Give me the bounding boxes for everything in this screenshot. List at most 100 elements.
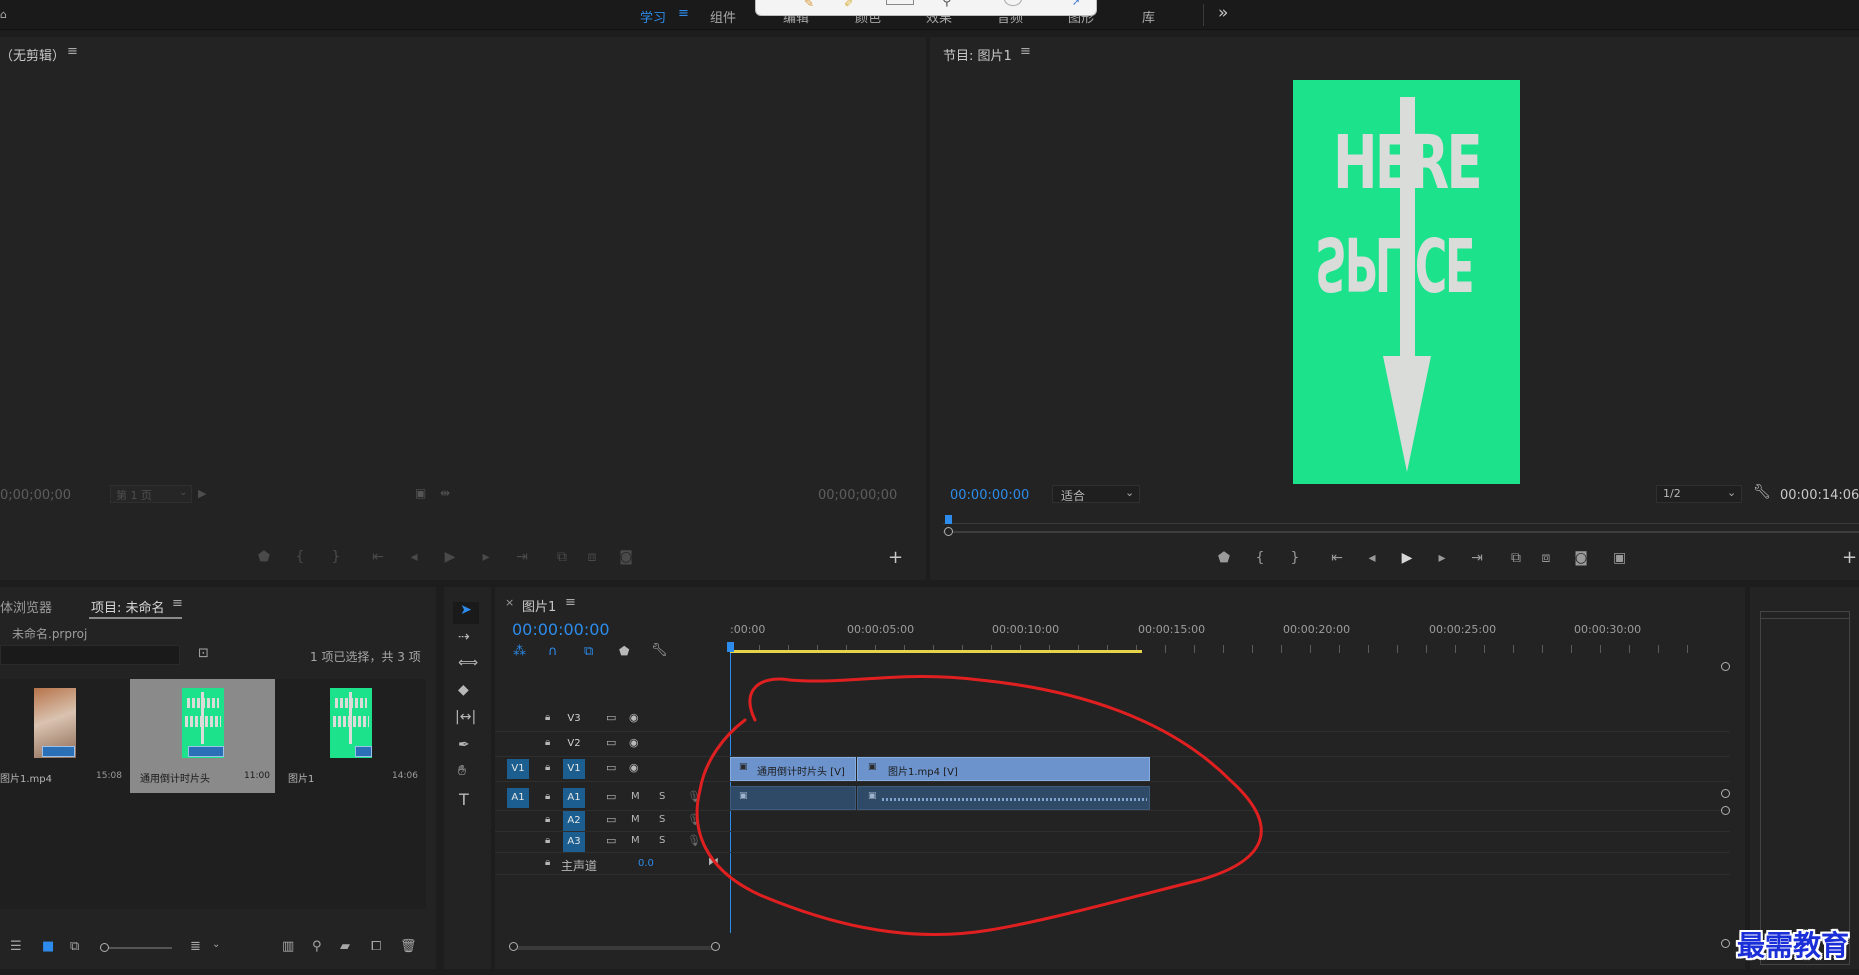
track-label[interactable]: V2 (563, 734, 585, 754)
extract-icon[interactable]: ⧈ (1537, 551, 1555, 565)
sync-lock-icon[interactable]: ▭ (606, 761, 616, 774)
workspace-more-button[interactable]: » (1218, 3, 1228, 23)
lock-icon[interactable]: 🔒︎ (545, 737, 550, 748)
playhead[interactable] (945, 515, 952, 524)
program-scrubber[interactable] (943, 515, 1859, 537)
go-to-in-icon[interactable]: ⇤ (369, 550, 387, 564)
go-to-in-icon[interactable]: ⇤ (1328, 551, 1346, 565)
project-item[interactable]: 通用倒计时片头 11:00 (130, 679, 275, 793)
nest-toggle-icon[interactable]: ⁂ (513, 644, 526, 659)
new-item-icon[interactable]: ⧠ (371, 939, 381, 954)
solo-button[interactable]: S (659, 814, 665, 825)
trash-icon[interactable]: 🗑︎ (400, 939, 417, 954)
new-bin-from-search-icon[interactable]: ⊡ (198, 646, 209, 661)
wrench-icon[interactable]: 🔧︎ (651, 643, 668, 658)
go-to-out-icon[interactable]: ⇥ (1468, 551, 1486, 565)
pin-icon[interactable]: ➚ (1072, 0, 1080, 8)
v-scroll-handle[interactable] (1721, 789, 1730, 798)
timeline-menu-icon[interactable]: ≡ (565, 595, 576, 610)
sort-icon[interactable]: ≣ (190, 939, 201, 954)
step-back-icon[interactable]: ◂ (405, 550, 423, 564)
automate-icon[interactable]: ▥ (282, 939, 294, 954)
track-label[interactable]: A2 (563, 811, 585, 831)
camera-icon[interactable]: ◙ (617, 550, 635, 564)
settings-icon[interactable]: ⇹ (440, 486, 450, 500)
eye-icon[interactable]: ◉ (629, 736, 639, 749)
track-select-tool[interactable]: ⇢ (458, 629, 470, 645)
play-small-icon[interactable]: ▶ (198, 487, 206, 500)
sync-lock-icon[interactable]: ▭ (606, 736, 616, 749)
step-forward-icon[interactable]: ▸ (477, 550, 495, 564)
sync-lock-icon[interactable]: ▭ (606, 790, 616, 803)
mute-button[interactable]: M (631, 835, 640, 846)
source-patch-v1[interactable]: V1 (507, 759, 529, 779)
overwrite-icon[interactable]: ⧈ (583, 550, 601, 564)
add-button[interactable]: + (888, 547, 903, 568)
track-label[interactable]: A3 (563, 832, 585, 852)
master-volume[interactable]: 0.0 (638, 858, 654, 869)
source-timecode-left[interactable]: 0;00;00;00 (0, 488, 71, 503)
scrubber-track[interactable] (943, 531, 1859, 533)
button-editor-icon[interactable]: ▣ (1613, 550, 1626, 566)
track-label[interactable]: V3 (563, 709, 585, 729)
solo-button[interactable]: S (659, 791, 665, 802)
marker-icon[interactable]: ✐ (844, 0, 854, 10)
eye-icon[interactable]: ◉ (629, 761, 639, 774)
program-menu-icon[interactable]: ≡ (1020, 44, 1031, 59)
camera-icon[interactable]: ◙ (1572, 551, 1590, 565)
play-icon[interactable]: ▶ (441, 550, 459, 564)
step-back-icon[interactable]: ◂ (1363, 551, 1381, 565)
source-patch-a1[interactable]: A1 (507, 788, 529, 808)
lift-icon[interactable]: ⧉ (1507, 551, 1525, 565)
resolution-select[interactable]: 1/2 ⌄ (1656, 485, 1742, 503)
zoom-slider[interactable] (100, 947, 172, 949)
page-select[interactable]: 第 1 页 ⌄ (110, 485, 192, 503)
sync-lock-icon[interactable]: ▭ (606, 834, 616, 847)
freeform-view-icon[interactable]: ⧉ (70, 939, 79, 954)
tab-project[interactable]: 项目: 未命名 (91, 597, 165, 616)
rectangle-icon[interactable] (886, 0, 914, 5)
v-scroll-handle[interactable] (1721, 662, 1730, 671)
h-scroll-handle[interactable] (509, 942, 518, 951)
project-menu-icon[interactable]: ≡ (172, 596, 183, 611)
clip-image-video[interactable]: ▣ 图片1.mp4 [V] (857, 757, 1150, 781)
add-button[interactable]: + (1842, 547, 1857, 568)
type-tool[interactable]: T (459, 790, 469, 809)
pen-tool[interactable]: ✒ (458, 737, 470, 753)
work-area-bar[interactable] (730, 650, 1142, 653)
mic-icon[interactable]: 🎙︎ (687, 834, 701, 847)
playhead-head[interactable] (727, 642, 734, 652)
lock-icon[interactable]: 🔒︎ (545, 712, 550, 723)
mark-in-icon[interactable]: { (291, 550, 309, 564)
tab-media-browser[interactable]: 体浏览器 (0, 597, 52, 616)
icon-view-icon[interactable]: ■ (42, 939, 54, 954)
v-scroll-handle[interactable] (1721, 806, 1730, 815)
sync-lock-icon[interactable]: ▭ (606, 711, 616, 724)
ripple-edit-tool[interactable]: ⟺ (458, 655, 478, 671)
go-to-end-icon[interactable]: ⧓ (708, 855, 719, 868)
list-view-icon[interactable]: ☰ (10, 939, 22, 954)
pencil-icon[interactable]: ✎ (804, 0, 814, 10)
tab-assembly[interactable]: 组件 (710, 7, 736, 26)
zoom-icon[interactable]: ⚲ (942, 0, 952, 9)
clip-image-audio[interactable]: ▣ (857, 786, 1150, 810)
project-item[interactable]: 图片1.mp4 15:08 (0, 679, 129, 793)
new-bin-icon[interactable]: ▰ (340, 939, 350, 954)
scrubber-handle[interactable] (944, 527, 953, 536)
lock-icon[interactable]: 🔒︎ (545, 791, 550, 802)
source-menu-icon[interactable]: ≡ (67, 44, 78, 59)
clip-countdown-video[interactable]: ▣ 通用倒计时片头 [V] (730, 757, 856, 781)
mark-in-icon[interactable]: { (1251, 551, 1269, 565)
timeline-close-icon[interactable]: × (505, 596, 514, 609)
mute-button[interactable]: M (631, 814, 640, 825)
mark-out-icon[interactable]: } (1286, 551, 1304, 565)
track-label[interactable]: A1 (563, 788, 585, 808)
lock-icon[interactable]: 🔒︎ (545, 835, 550, 846)
h-scroll-handle[interactable] (711, 942, 720, 951)
eye-icon[interactable]: ◉ (629, 711, 639, 724)
marker-icon[interactable]: ⬟ (1215, 551, 1233, 565)
sync-lock-icon[interactable]: ▭ (606, 813, 616, 826)
lock-icon[interactable]: 🔒︎ (545, 762, 550, 773)
home-icon[interactable]: ⌂ (0, 8, 7, 21)
marker-icon[interactable]: ⬟ (255, 550, 273, 564)
